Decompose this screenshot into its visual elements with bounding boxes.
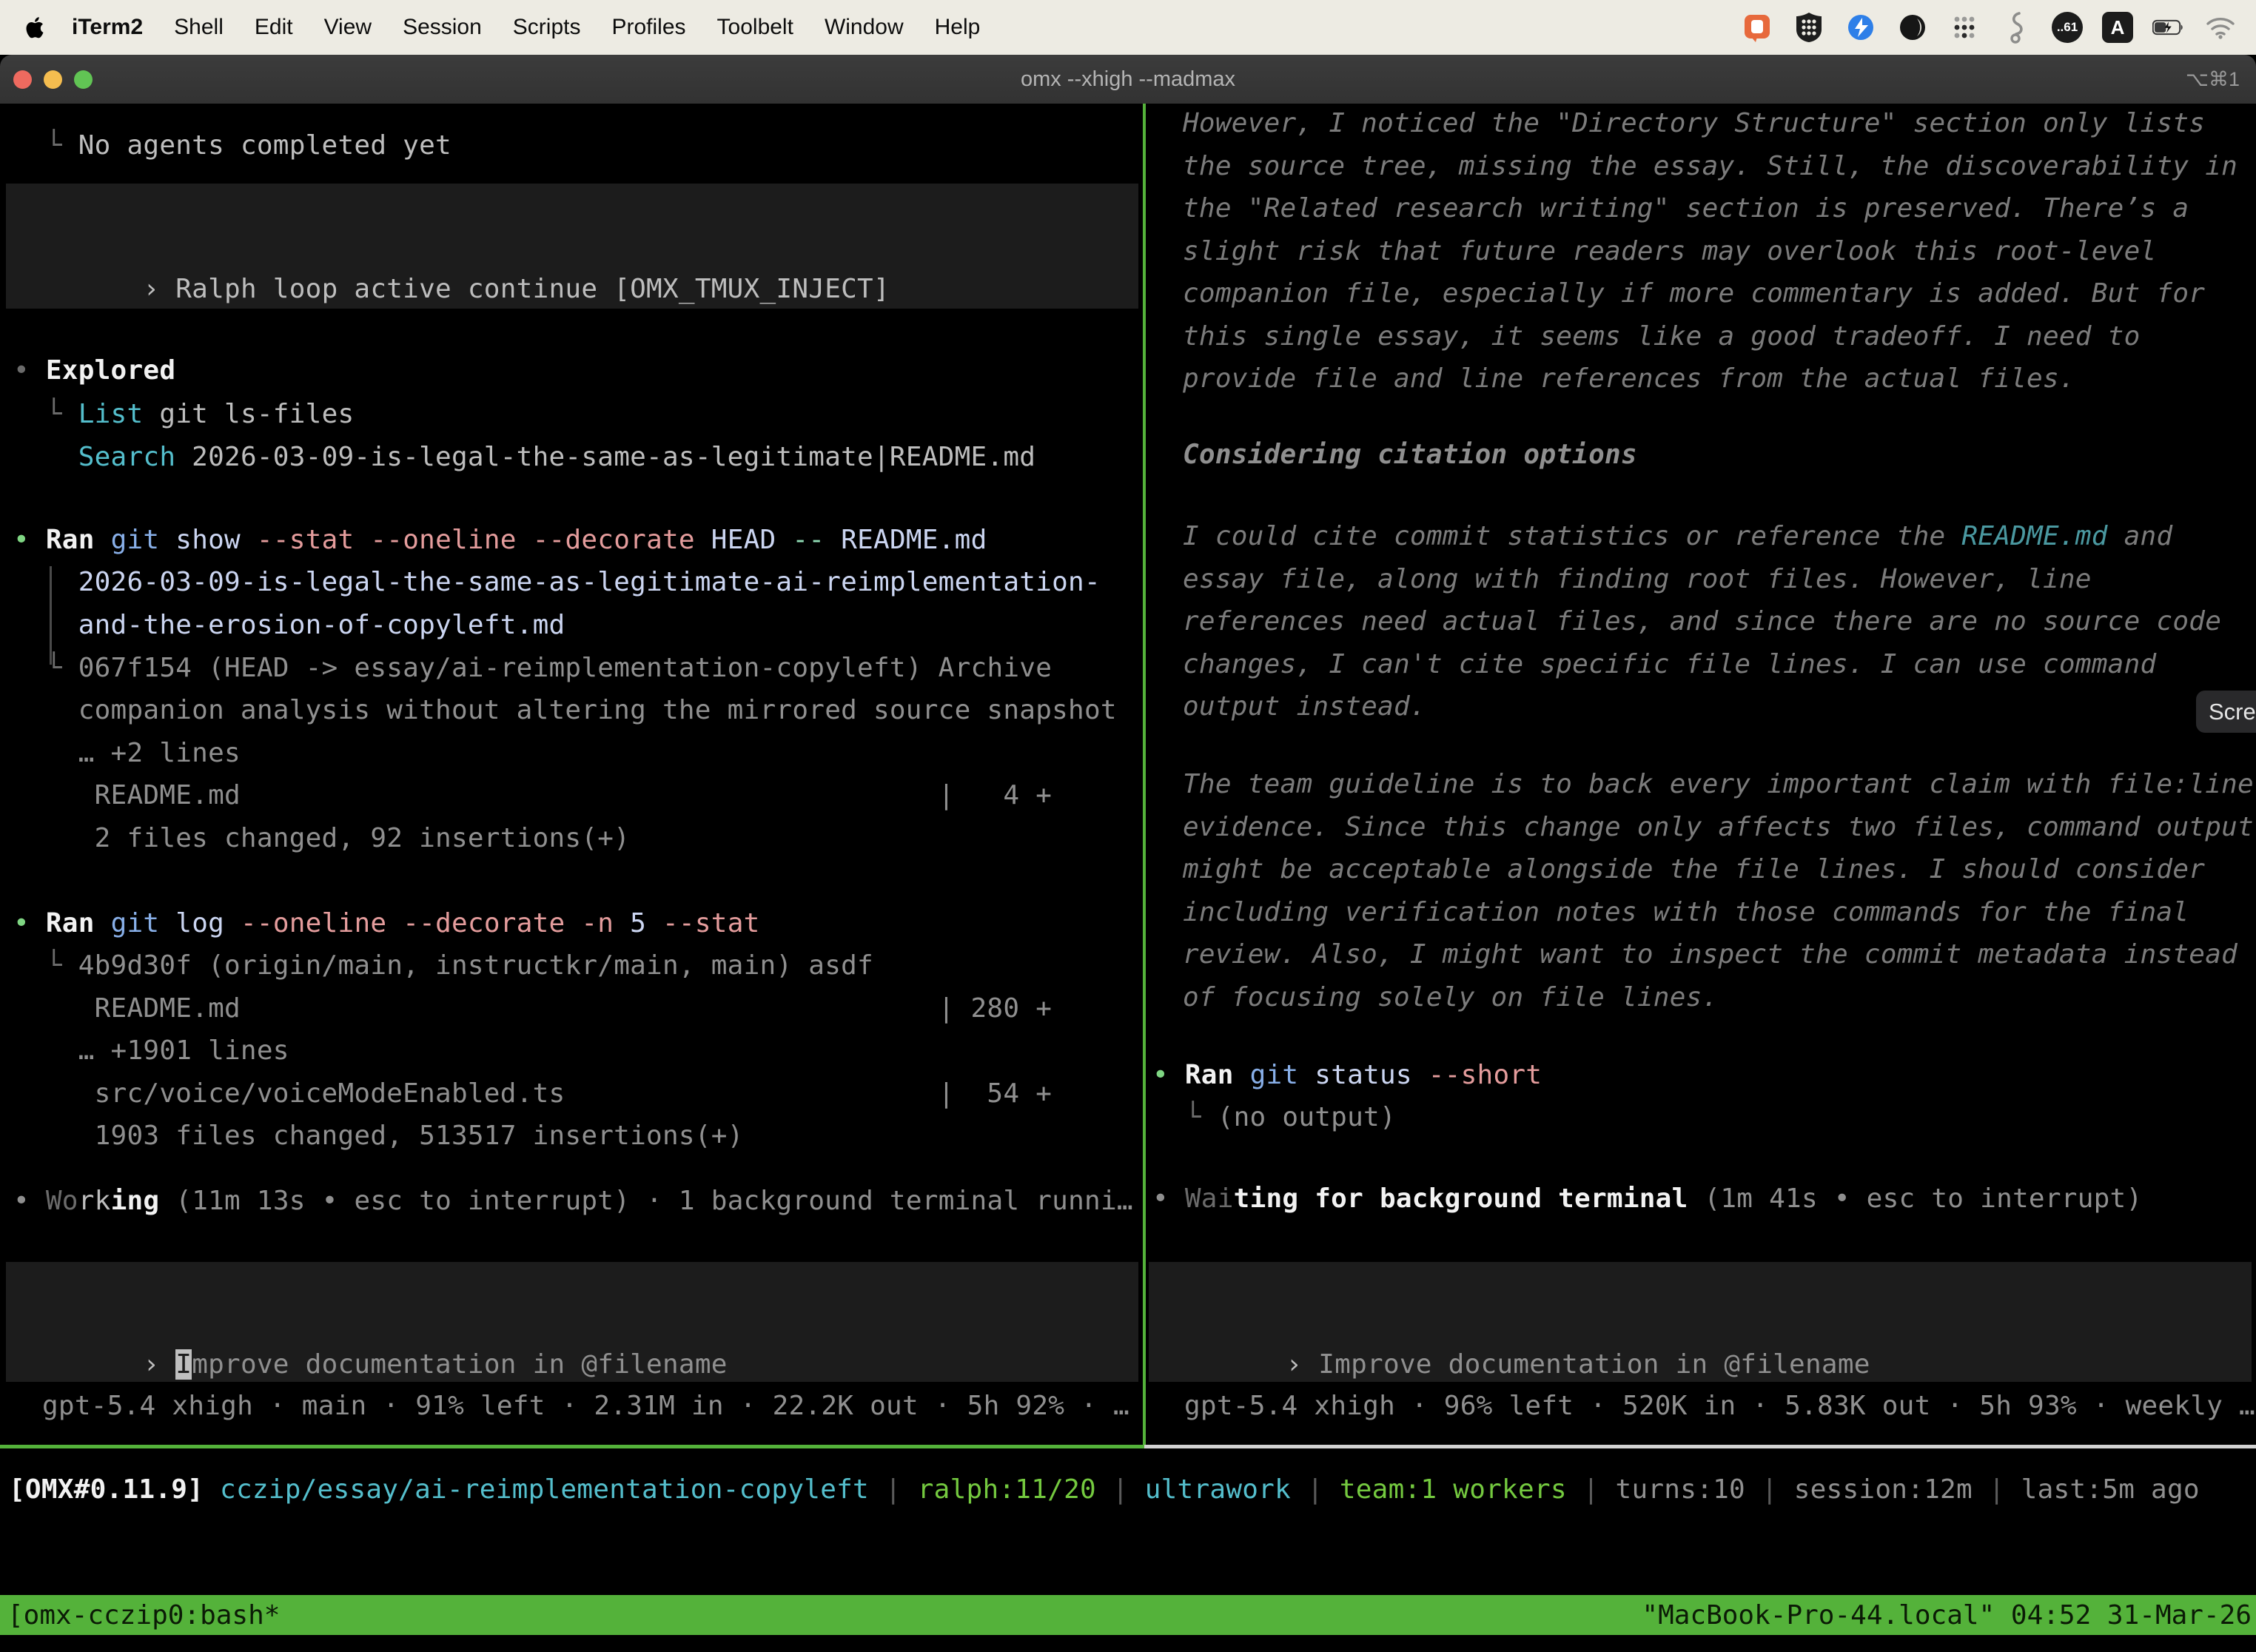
files-changed-92: 2 files changed, 92 insertions(+) [13,817,630,860]
prompt-input-left[interactable]: › Improve documentation in @filename [6,1262,1138,1382]
screen-record-indicator-icon[interactable] [1741,11,1773,44]
badge-61-icon[interactable]: ..61 [2052,12,2083,43]
stat-readme-4: README.md | 4 + [13,774,1052,817]
agents-note: └ No agents completed yet [13,124,451,167]
battery-icon[interactable] [2152,11,2185,44]
show-filename-line2: and-the-erosion-of-copyleft.md [13,604,565,647]
explored-list-line: └ List git ls-files [13,393,354,436]
files-changed-513517: 1903 files changed, 513517 insertions(+) [13,1115,744,1158]
no-output-line: └ (no output) [1152,1096,1396,1139]
shield-grid-icon[interactable] [1793,11,1825,44]
text-cursor: I [175,1349,192,1380]
inject-line: › Ralph loop active continue [OMX_TMUX_I… [6,225,890,268]
screen-overlay-button[interactable]: Scre [2196,691,2256,733]
thinking-paragraph-1: However, I noticed the "Directory Struct… [1183,104,2237,400]
explored-search-line: Search 2026-03-09-is-legal-the-same-as-l… [13,436,1035,479]
commit-4b9-line: └ 4b9d30f (origin/main, instructkr/main,… [13,944,873,987]
menu-iterm2[interactable]: iTerm2 [56,15,158,40]
bolt-badge-icon[interactable] [1844,11,1877,44]
more-lines-1901: … +1901 lines [13,1030,289,1072]
prompt-input-right[interactable]: › Improve documentation in @filename [1149,1262,2252,1382]
ran-git-status-line: • Ran git status --short [1152,1054,1542,1097]
prompt-input-right-text: › Improve documentation in @filename [1149,1300,1870,1343]
menu-profiles[interactable]: Profiles [596,15,701,40]
menu-scripts[interactable]: Scripts [497,15,597,40]
right-pane[interactable]: However, I noticed the "Directory Struct… [1146,104,2256,1445]
tmux-status-bar: [omx-cczip0:bash* "MacBook-Pro-44.local"… [0,1595,2256,1635]
prompt-input-left-text: › Improve documentation in @filename [6,1300,728,1343]
prompt-chevron-icon: › [143,274,175,304]
stat-readme-280: README.md | 280 + [13,987,1052,1030]
menu-shell[interactable]: Shell [158,15,239,40]
explored-header: • Explored [13,349,175,392]
apple-menu-icon[interactable] [25,14,47,41]
menu-toolbelt[interactable]: Toolbelt [702,15,809,40]
tmux-session-name: [omx-cczip0:bash* [0,1600,280,1631]
menu-help[interactable]: Help [919,15,996,40]
terminal-window: └ No agents completed yet › Ralph loop a… [0,104,2256,1652]
ran-git-show-line: • Ran git show --stat --oneline --decora… [13,519,987,562]
keyboard-a-icon[interactable]: A [2102,12,2133,43]
inject-banner: › Ralph loop active continue [OMX_TMUX_I… [6,184,1138,309]
ran-git-log-line: • Ran git log --oneline --decorate -n 5 … [13,902,760,945]
model-status-left: gpt-5.4 xhigh · main · 91% left · 2.31M … [42,1385,1129,1428]
commit-067-line2: companion analysis without altering the … [13,689,1117,732]
dots-grid-icon[interactable] [1948,11,1981,44]
tmux-host-clock: "MacBook-Pro-44.local" 04:52 31-Mar-26 [1642,1600,2256,1631]
pane-bottom-border-active [0,1445,1144,1448]
menu-edit[interactable]: Edit [239,15,309,40]
model-status-right: gpt-5.4 xhigh · 96% left · 520K in · 5.8… [1184,1385,2255,1428]
dark-crescent-icon[interactable] [1896,11,1929,44]
squiggle-key-icon[interactable] [2000,11,2032,44]
menu-view[interactable]: View [309,15,387,40]
stat-voice-54: src/voice/voiceModeEnabled.ts | 54 + [13,1072,1052,1115]
prompt-chevron-icon: › [1286,1349,1318,1380]
thinking-heading: Considering citation options [1183,434,1637,477]
waiting-status-line: • Waiting for background terminal (1m 41… [1152,1178,2142,1220]
show-filename-line1: 2026-03-09-is-legal-the-same-as-legitima… [13,561,1101,604]
pane-divider[interactable] [1143,104,1146,1445]
window-title: omx --xhigh --madmax [0,67,2256,92]
menu-session[interactable]: Session [387,15,497,40]
wifi-icon[interactable] [2204,11,2237,44]
commit-067-line: └ 067f154 (HEAD -> essay/ai-reimplementa… [13,647,1052,690]
window-title-bar[interactable]: omx --xhigh --madmax ⌥⌘1 [0,55,2256,104]
thinking-paragraph-3: The team guideline is to back every impo… [1183,763,2254,1018]
menu-window[interactable]: Window [809,15,919,40]
pane-bottom-border-inactive [1144,1445,2256,1448]
omx-status-line: [OMX#0.11.9] cczip/essay/ai-reimplementa… [9,1468,2200,1511]
thinking-paragraph-2: I could cite commit statistics or refere… [1183,515,2221,728]
left-pane[interactable]: └ No agents completed yet › Ralph loop a… [0,104,1144,1445]
working-status-line: • Working (11m 13s • esc to interrupt) ·… [13,1180,1133,1223]
prompt-chevron-icon: › [143,1349,175,1380]
menu-bar: iTerm2 Shell Edit View Session Scripts P… [0,0,2256,55]
more-lines-2: … +2 lines [13,732,241,775]
